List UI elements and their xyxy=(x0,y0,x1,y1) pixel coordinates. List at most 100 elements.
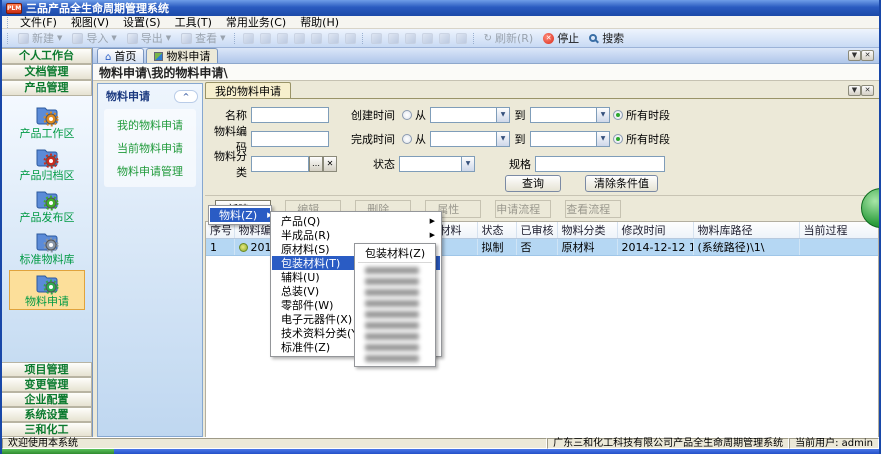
cell-status: 拟制 xyxy=(477,239,516,256)
tab-icon xyxy=(105,50,111,63)
nav-item[interactable]: 物料申请管理 xyxy=(117,163,183,179)
finish-from-dropdown[interactable]: ▼ xyxy=(430,131,510,147)
create-all-period-radio[interactable] xyxy=(613,110,623,120)
grid-column-header[interactable]: 物料库路径 xyxy=(693,222,799,239)
category-input[interactable] xyxy=(251,156,309,172)
document-tab[interactable]: 物料申请 xyxy=(146,48,218,63)
sidebar-bottom-sections: 项目管理变更管理企业配置系统设置三和化工 xyxy=(2,362,92,437)
browse-button[interactable]: … xyxy=(309,156,323,172)
window-title: 三品产品全生命周期管理系统 xyxy=(26,0,169,16)
new-button[interactable]: 新建▼ xyxy=(13,30,67,46)
menu-item-material[interactable]: 物料(Z)▶ xyxy=(210,208,270,222)
sidebar-item[interactable]: 产品归档区 xyxy=(9,144,85,184)
sidebar-section-header[interactable]: 企业配置 xyxy=(2,392,92,407)
inner-tab-active[interactable]: 我的物料申请 xyxy=(205,82,291,98)
grid-column-header[interactable]: 当前过程 xyxy=(799,222,879,239)
sidebar-product-panel: 产品工作区 产品归档区 xyxy=(2,96,92,362)
code-input[interactable] xyxy=(251,131,329,147)
blurred-menu-item[interactable] xyxy=(356,320,434,331)
spec-input[interactable] xyxy=(535,156,665,172)
toolbar-grip xyxy=(234,33,237,44)
toolbar-grip xyxy=(7,33,10,44)
grid-column-header[interactable]: 修改时间 xyxy=(617,222,693,239)
clear-category-button[interactable]: ✕ xyxy=(323,156,337,172)
sidebar-item[interactable]: 标准物料库 xyxy=(9,228,85,268)
blurred-menu-item[interactable] xyxy=(356,265,434,276)
collapse-button[interactable]: ^ xyxy=(174,90,198,103)
sidebar-section-header[interactable]: 文档管理 xyxy=(2,64,92,80)
refresh-button[interactable]: ↻刷新(R) xyxy=(479,30,539,46)
grid-column-header[interactable]: 物料分类 xyxy=(557,222,617,239)
blurred-text xyxy=(365,289,419,296)
blurred-text xyxy=(365,311,419,318)
nav-item[interactable]: 当前物料申请 xyxy=(117,140,183,156)
action-button[interactable]: 查看流程 ▼ xyxy=(565,200,621,218)
sidebar-item[interactable]: 物料申请 xyxy=(9,270,85,310)
finish-all-period-radio[interactable] xyxy=(613,134,623,144)
export-button[interactable]: 导出▼ xyxy=(122,30,176,46)
name-input[interactable] xyxy=(251,107,329,123)
sidebar-section-header[interactable]: 变更管理 xyxy=(2,377,92,392)
view-button[interactable]: 查看▼ xyxy=(176,30,230,46)
sidebar-item[interactable]: 产品工作区 xyxy=(9,102,85,142)
menu-bar-item[interactable]: 视图(V) xyxy=(64,16,116,29)
finish-to-dropdown[interactable]: ▼ xyxy=(530,131,610,147)
sidebar-item[interactable]: 产品发布区 xyxy=(9,186,85,226)
sidebar-section-header[interactable]: 产品管理 xyxy=(2,80,92,96)
search-button[interactable]: 搜索 xyxy=(584,30,629,46)
query-button[interactable]: 查询 xyxy=(505,175,561,192)
start-button-edge[interactable] xyxy=(2,449,114,454)
content-area: 首页 物料申请 ▼ ✕ 物料申请\我的物料申请\ xyxy=(93,48,879,437)
import-icon xyxy=(72,33,83,44)
menu-bar-item[interactable]: 文件(F) xyxy=(13,16,64,29)
taskbar-strip xyxy=(114,449,879,454)
menu-bar-item[interactable]: 设置(S) xyxy=(116,16,168,29)
grid-column-header[interactable]: 状态 xyxy=(477,222,516,239)
menu-item-packaging[interactable]: 包装材料(Z) xyxy=(356,246,434,260)
blurred-menu-item[interactable] xyxy=(356,298,434,309)
create-from-dropdown[interactable]: ▼ xyxy=(430,107,510,123)
nav-item[interactable]: 我的物料申请 xyxy=(117,117,183,133)
restore-icon[interactable]: ▼ xyxy=(848,85,861,96)
restore-icon[interactable]: ▼ xyxy=(848,50,861,61)
finish-time-label: 完成时间 xyxy=(347,131,399,147)
finish-from-radio[interactable] xyxy=(402,134,412,144)
status-dropdown[interactable]: ▼ xyxy=(399,156,475,172)
stop-button[interactable]: ✕停止 xyxy=(538,30,584,46)
sidebar-item-label: 物料申请 xyxy=(25,296,69,308)
menu-bar-item[interactable]: 常用业务(C) xyxy=(219,16,293,29)
blurred-menu-item[interactable] xyxy=(356,287,434,298)
blurred-text xyxy=(365,267,419,274)
clear-conditions-button[interactable]: 清除条件值 xyxy=(585,175,658,192)
menu-item[interactable]: 半成品(R) ▶ xyxy=(272,228,440,242)
disabled-tool-icon xyxy=(371,33,382,44)
blurred-menu-item[interactable] xyxy=(356,276,434,287)
action-button[interactable]: 申请流程 ▼ xyxy=(495,200,551,218)
menu-bar-item[interactable]: 帮助(H) xyxy=(293,16,346,29)
tab-icon xyxy=(154,52,163,61)
create-from-radio[interactable] xyxy=(402,110,412,120)
sidebar-section-header[interactable]: 三和化工 xyxy=(2,422,92,437)
main-toolbar: 新建▼ 导入▼ 导出▼ 查看▼ ↻刷新(R) ✕停止 搜索 xyxy=(2,29,879,48)
menu-bar-item[interactable]: 工具(T) xyxy=(168,16,219,29)
tab-label: 首页 xyxy=(114,48,136,64)
menu-item[interactable]: 产品(Q) ▶ xyxy=(272,214,440,228)
sidebar-section-header[interactable]: 项目管理 xyxy=(2,362,92,377)
cell-category: 原材料 xyxy=(557,239,617,256)
close-icon[interactable]: ✕ xyxy=(861,85,874,96)
close-icon[interactable]: ✕ xyxy=(861,50,874,61)
status-user: 当前用户: admin xyxy=(789,438,879,449)
folder-gear-icon xyxy=(34,188,60,212)
sidebar-section-header[interactable]: 系统设置 xyxy=(2,407,92,422)
blurred-menu-item[interactable] xyxy=(356,331,434,342)
status-label: 状态 xyxy=(361,156,399,172)
blurred-menu-item[interactable] xyxy=(356,309,434,320)
create-to-dropdown[interactable]: ▼ xyxy=(530,107,610,123)
import-button[interactable]: 导入▼ xyxy=(67,30,121,46)
blurred-menu-item[interactable] xyxy=(356,353,434,364)
grid-column-header[interactable]: 已审核 xyxy=(516,222,557,239)
all-period-label: 所有时段 xyxy=(626,131,670,147)
blurred-menu-item[interactable] xyxy=(356,342,434,353)
document-tab[interactable]: 首页 xyxy=(97,48,144,63)
sidebar-section-header[interactable]: 个人工作台 xyxy=(2,48,92,64)
